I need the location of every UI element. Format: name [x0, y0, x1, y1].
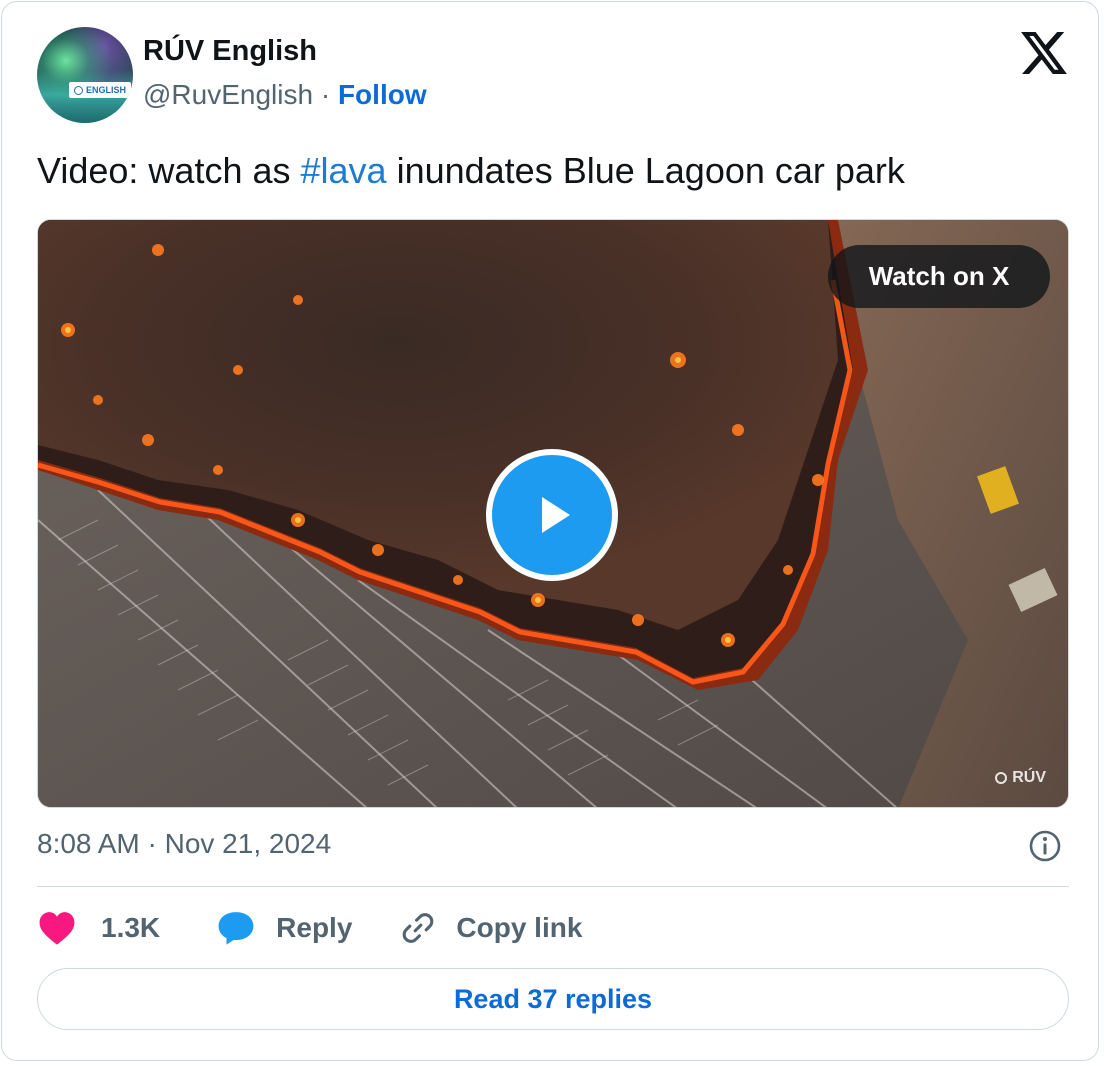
watermark-text: RÚV [1012, 769, 1046, 786]
reply-bubble-icon [216, 908, 256, 948]
heart-icon [37, 908, 77, 948]
tweet-timestamp[interactable]: 8:08 AM · Nov 21, 2024 [37, 828, 331, 860]
action-bar: 1.3K Reply Copy link [37, 902, 582, 954]
play-button[interactable] [486, 449, 618, 581]
link-icon [398, 908, 438, 948]
handle-separator: · [320, 79, 331, 110]
hashtag-link[interactable]: #lava [301, 150, 387, 191]
avatar[interactable]: ENGLISH [37, 27, 133, 123]
read-replies-button[interactable]: Read 37 replies [37, 968, 1069, 1030]
info-icon[interactable] [1028, 829, 1062, 863]
copy-link-action[interactable]: Copy link [398, 908, 582, 948]
tweet-text-end: inundates Blue Lagoon car park [386, 150, 905, 191]
play-icon [542, 497, 570, 533]
copy-link-label: Copy link [456, 912, 583, 943]
reply-label: Reply [276, 912, 353, 943]
display-name[interactable]: RÚV English [143, 35, 317, 68]
avatar-badge: ENGLISH [69, 82, 132, 98]
video-watermark: RÚV [995, 769, 1046, 787]
like-count: 1.3K [101, 912, 161, 943]
watch-on-x-button[interactable]: Watch on X [828, 245, 1050, 308]
handle[interactable]: @RuvEnglish [143, 79, 313, 110]
watermark-mark-icon [995, 772, 1008, 784]
handle-row: @RuvEnglish · Follow [143, 79, 427, 111]
avatar-badge-text: ENGLISH [86, 85, 127, 95]
like-action[interactable]: 1.3K [37, 908, 160, 948]
reply-action[interactable]: Reply [216, 908, 352, 948]
tweet-text: Video: watch as #lava inundates Blue Lag… [37, 150, 905, 192]
x-logo-icon[interactable] [1021, 32, 1067, 74]
tweet-embed-card: ENGLISH RÚV English @RuvEnglish · Follow… [1, 1, 1099, 1061]
follow-button[interactable]: Follow [338, 79, 427, 110]
globe-icon [74, 85, 83, 95]
tweet-text-start: Video: watch as [37, 150, 301, 191]
divider [37, 886, 1069, 887]
video-thumbnail[interactable]: Watch on X RÚV [37, 219, 1069, 808]
